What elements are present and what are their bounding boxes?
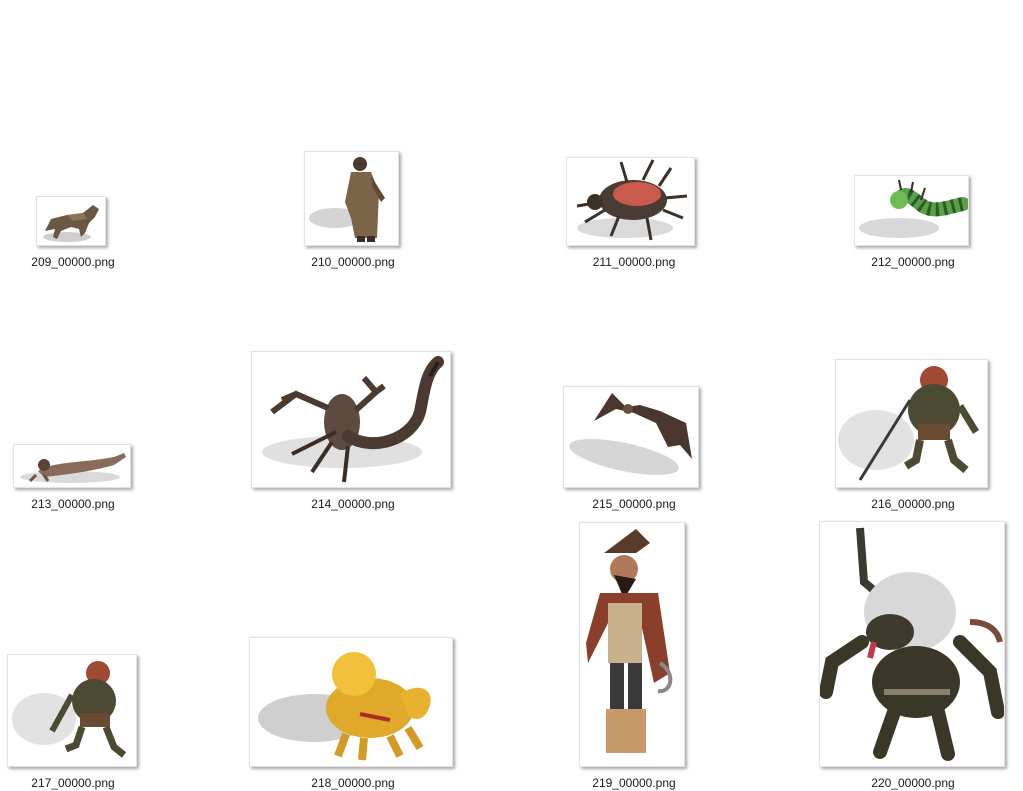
goblin-thumbnail-icon — [7, 654, 137, 767]
file-item-217[interactable]: 217_00000.png — [0, 0, 210, 791]
file-name-label: 220_00000.png — [871, 776, 955, 790]
file-item-218[interactable]: 218_00000.png — [248, 0, 458, 791]
file-name-label: 217_00000.png — [31, 776, 115, 790]
file-name-label: 218_00000.png — [311, 776, 395, 790]
file-grid: 209_00000.png 210_00000.png 211_00000.pn… — [0, 0, 1023, 791]
golden-lion-thumbnail-icon — [249, 637, 453, 767]
file-item-220[interactable]: 220_00000.png — [808, 0, 1018, 791]
horned-demon-thumbnail-icon — [819, 521, 1005, 767]
file-item-219[interactable]: 219_00000.png — [529, 0, 739, 791]
file-name-label: 219_00000.png — [592, 776, 676, 790]
pirate-captain-thumbnail-icon — [579, 522, 685, 767]
